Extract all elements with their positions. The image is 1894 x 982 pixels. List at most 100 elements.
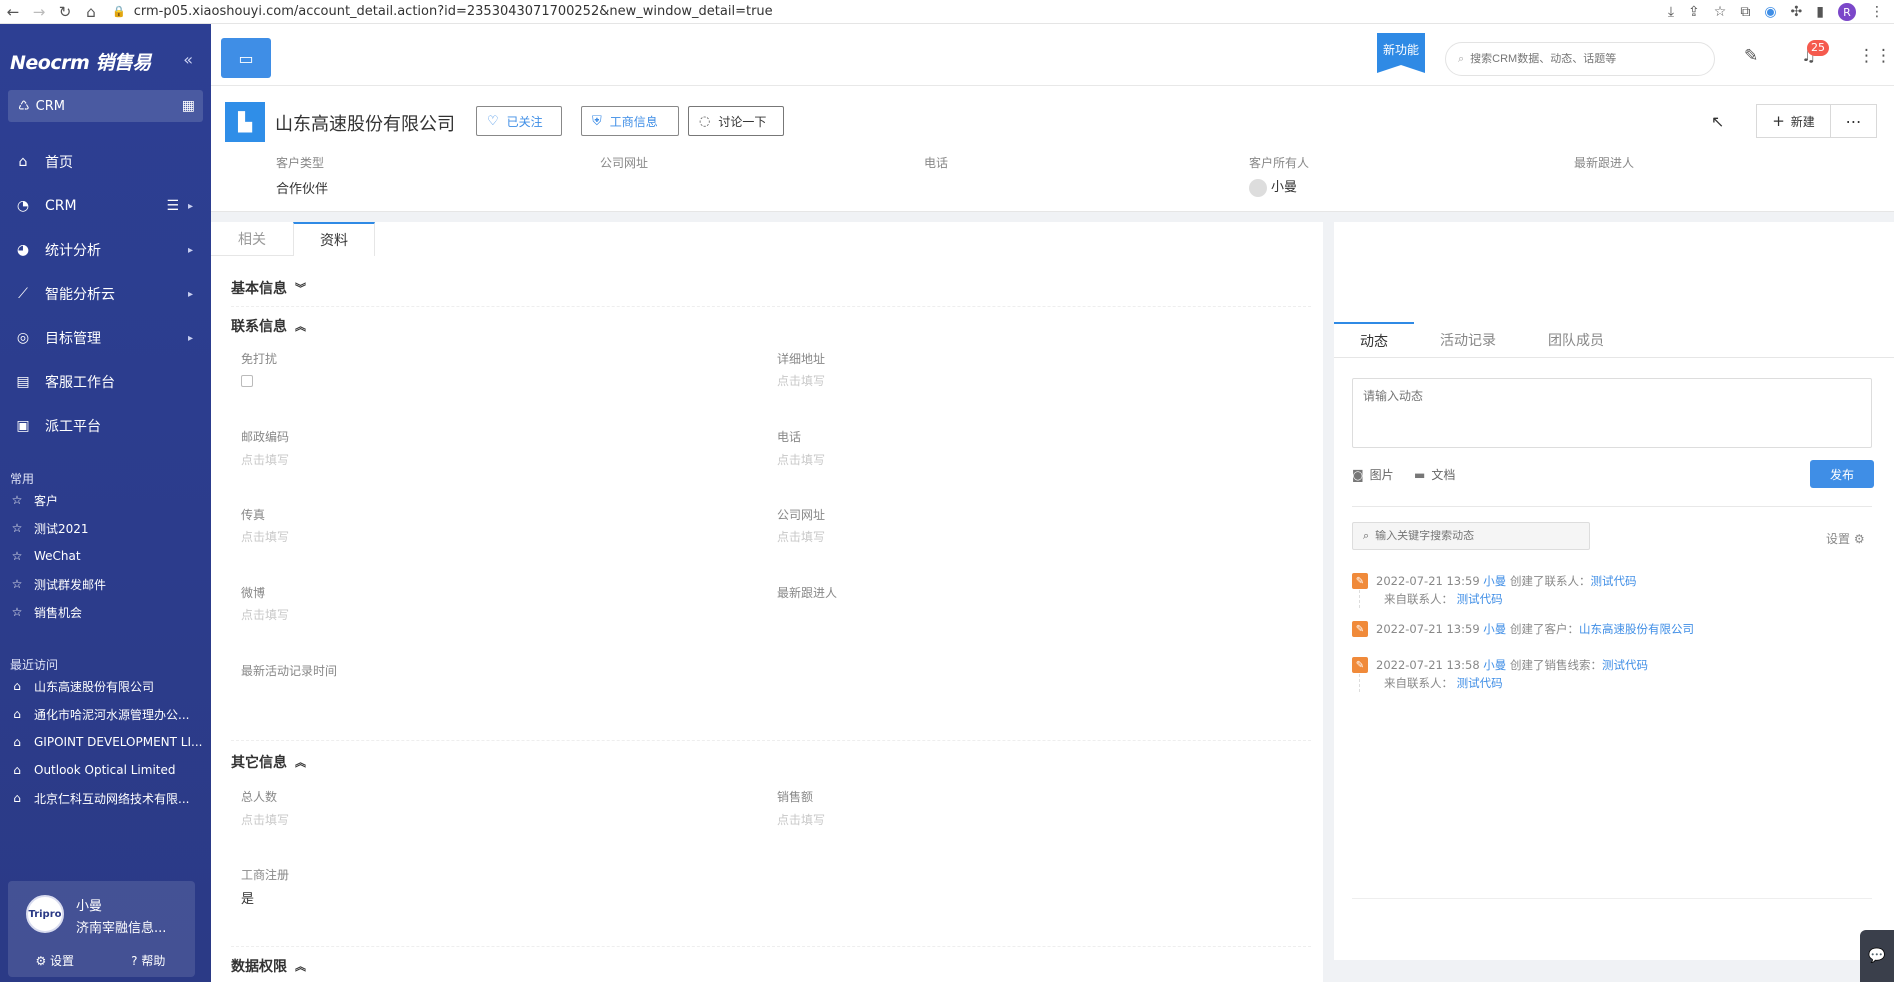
attach-image-button[interactable]: ◙ 图片 — [1352, 466, 1394, 483]
phone-field[interactable]: 点击填写 — [777, 451, 825, 468]
profile-avatar[interactable]: R — [1838, 3, 1856, 21]
feed-user[interactable]: 小曼 — [1483, 657, 1506, 673]
bag-icon: ⌂ — [13, 735, 21, 749]
attach-doc-button[interactable]: ▬ 文档 — [1414, 466, 1455, 483]
new-button[interactable]: + 新建 — [1756, 104, 1831, 138]
star-icon[interactable]: ☆ — [1714, 4, 1727, 20]
group-contact[interactable]: 联系信息 ︽ — [231, 316, 306, 336]
common-item[interactable]: ☆ 客户 — [10, 486, 205, 514]
feed-search[interactable]: ⌕ — [1352, 522, 1590, 550]
sales-field[interactable]: 点击填写 — [777, 811, 825, 828]
sidepanel-icon[interactable]: ▮ — [1816, 4, 1824, 20]
new-feature-ribbon[interactable]: 新功能 — [1377, 33, 1425, 73]
feed-sub-target[interactable]: 测试代码 — [1457, 591, 1503, 607]
feed-target[interactable]: 测试代码 — [1590, 573, 1636, 589]
zip-field[interactable]: 点击填写 — [241, 451, 289, 468]
nav-item-bi-cloud[interactable]: ⟋ 智能分析云 ▸ — [0, 272, 211, 316]
recent-item[interactable]: ⌂ 山东高速股份有限公司 — [10, 672, 205, 700]
global-search[interactable]: ⌕ — [1445, 42, 1715, 76]
avatar[interactable]: Tripro — [26, 895, 64, 933]
address-field[interactable]: 点击填写 — [777, 372, 825, 389]
search-input[interactable] — [1470, 53, 1691, 65]
common-item[interactable]: ☆ WeChat — [10, 542, 205, 570]
feed-sub-target[interactable]: 测试代码 — [1457, 675, 1503, 691]
post-input[interactable] — [1363, 387, 1861, 439]
nav-item-service-desk[interactable]: ▤ 客服工作台 — [0, 360, 211, 404]
label-fax: 传真 — [241, 508, 266, 522]
group-basic[interactable]: 基本信息 ︾ — [231, 278, 306, 298]
nav-item-goals[interactable]: ◎ 目标管理 ▸ — [0, 316, 211, 360]
recent-item[interactable]: ⌂ 通化市哈泥河水源管理办公... — [10, 700, 205, 728]
puzzle-icon[interactable]: ✣ — [1791, 4, 1803, 20]
tab-feed[interactable]: 动态 — [1334, 322, 1414, 358]
screenshot-icon[interactable]: ⧉ — [1740, 4, 1750, 20]
group-title-label: 数据权限 — [231, 959, 287, 975]
feed-settings[interactable]: 设置 ⚙ — [1826, 530, 1865, 547]
group-permission[interactable]: 数据权限 ︽ — [231, 956, 306, 976]
feed-item: ✎ 2022-07-21 13:58 小曼 创建了销售线索： 测试代码 来自联系人… — [1352, 656, 1872, 692]
feed-target[interactable]: 测试代码 — [1602, 657, 1648, 673]
nav-item-home[interactable]: ⌂ 首页 — [0, 140, 211, 184]
follow-button[interactable]: ♡ 已关注 — [476, 106, 562, 136]
help-link[interactable]: ? 帮助 — [102, 952, 196, 969]
message-button[interactable]: ▭ — [221, 38, 271, 78]
group-other[interactable]: 其它信息 ︽ — [231, 752, 306, 772]
tab-team-members[interactable]: 团队成员 — [1522, 322, 1630, 358]
gear-icon: ⚙ — [1853, 532, 1865, 546]
recent-item[interactable]: ⌂ 北京仁科互动网络技术有限... — [10, 784, 205, 812]
more-button[interactable]: ⋯ — [1831, 104, 1877, 138]
tab-activity-records[interactable]: 活动记录 — [1414, 322, 1522, 358]
nav-item-crm[interactable]: ◔ CRM ☰ ▸ — [0, 184, 211, 228]
screen-icon: ▣ — [16, 418, 30, 434]
recent-item[interactable]: ⌂ GIPOINT DEVELOPMENT LI... — [10, 728, 205, 756]
settings-link[interactable]: ⚙ 设置 — [8, 952, 102, 969]
nav-item-statistics[interactable]: ◕ 统计分析 ▸ — [0, 228, 211, 272]
apps-grid-icon[interactable]: ⋮⋮ — [1858, 46, 1892, 66]
chevron-double-up-icon: ︽ — [295, 756, 306, 769]
post-input-box[interactable] — [1352, 378, 1872, 448]
star-icon: ☆ — [11, 549, 23, 563]
feed-action: 创建了销售线索： — [1509, 658, 1602, 672]
grid-icon[interactable]: ▦ — [182, 98, 195, 114]
forward-icon[interactable]: → — [26, 3, 52, 21]
common-item[interactable]: ☆ 测试群发邮件 — [10, 570, 205, 598]
note-icon[interactable]: ✎ — [1744, 46, 1758, 66]
home-icon[interactable]: ⌂ — [78, 3, 104, 21]
weibo-field[interactable]: 点击填写 — [241, 606, 289, 623]
heart-icon: ♡ — [487, 113, 499, 129]
feed-target[interactable]: 山东高速股份有限公司 — [1579, 621, 1694, 637]
back-icon[interactable]: ← — [0, 3, 26, 21]
tab-related[interactable]: 相关 — [211, 222, 293, 256]
floating-chat-button[interactable]: 💬 — [1860, 930, 1894, 982]
feed-item: ✎ 2022-07-21 13:59 小曼 创建了客户： 山东高速股份有限公司 — [1352, 620, 1872, 638]
collapse-sidebar-icon[interactable]: « — [183, 50, 193, 69]
dnd-checkbox[interactable] — [241, 375, 253, 387]
common-item[interactable]: ☆ 测试2021 — [10, 514, 205, 542]
fax-field[interactable]: 点击填写 — [241, 528, 289, 545]
owner-name: 小曼 — [1271, 180, 1298, 195]
nav-item-dispatch[interactable]: ▣ 派工平台 — [0, 404, 211, 448]
extension-globe-icon[interactable]: ◉ — [1764, 4, 1776, 20]
website-field[interactable]: 点击填写 — [777, 528, 825, 545]
publish-button[interactable]: 发布 — [1810, 460, 1874, 488]
share-icon[interactable]: ⇪ — [1688, 4, 1700, 20]
feed-user[interactable]: 小曼 — [1483, 621, 1506, 637]
list-icon[interactable]: ☰ — [166, 198, 179, 214]
common-item[interactable]: ☆ 销售机会 — [10, 598, 205, 626]
address-bar[interactable]: 🔒 crm-p05.xiaoshouyi.com/account_detail.… — [112, 4, 773, 19]
discuss-button[interactable]: ◌ 讨论一下 — [688, 106, 784, 136]
business-info-button[interactable]: ⛨ 工商信息 — [581, 106, 679, 136]
recent-item[interactable]: ⌂ Outlook Optical Limited — [10, 756, 205, 784]
folder-icon: ▬ — [1414, 467, 1426, 482]
tab-profile[interactable]: 资料 — [293, 222, 375, 256]
feed-search-input[interactable] — [1375, 530, 1576, 542]
field-value-owner[interactable]: 小曼 — [1249, 176, 1297, 197]
browser-menu-icon[interactable]: ⋮ — [1870, 4, 1884, 20]
headcount-field[interactable]: 点击填写 — [241, 811, 289, 828]
app-switcher[interactable]: ♺ CRM ▦ — [8, 90, 203, 122]
registered-value[interactable]: 是 — [241, 888, 254, 907]
feed-user[interactable]: 小曼 — [1483, 573, 1506, 589]
reload-icon[interactable]: ↻ — [52, 3, 78, 21]
group-title-label: 联系信息 — [231, 319, 287, 335]
download-icon[interactable]: ⤓ — [1668, 4, 1674, 20]
